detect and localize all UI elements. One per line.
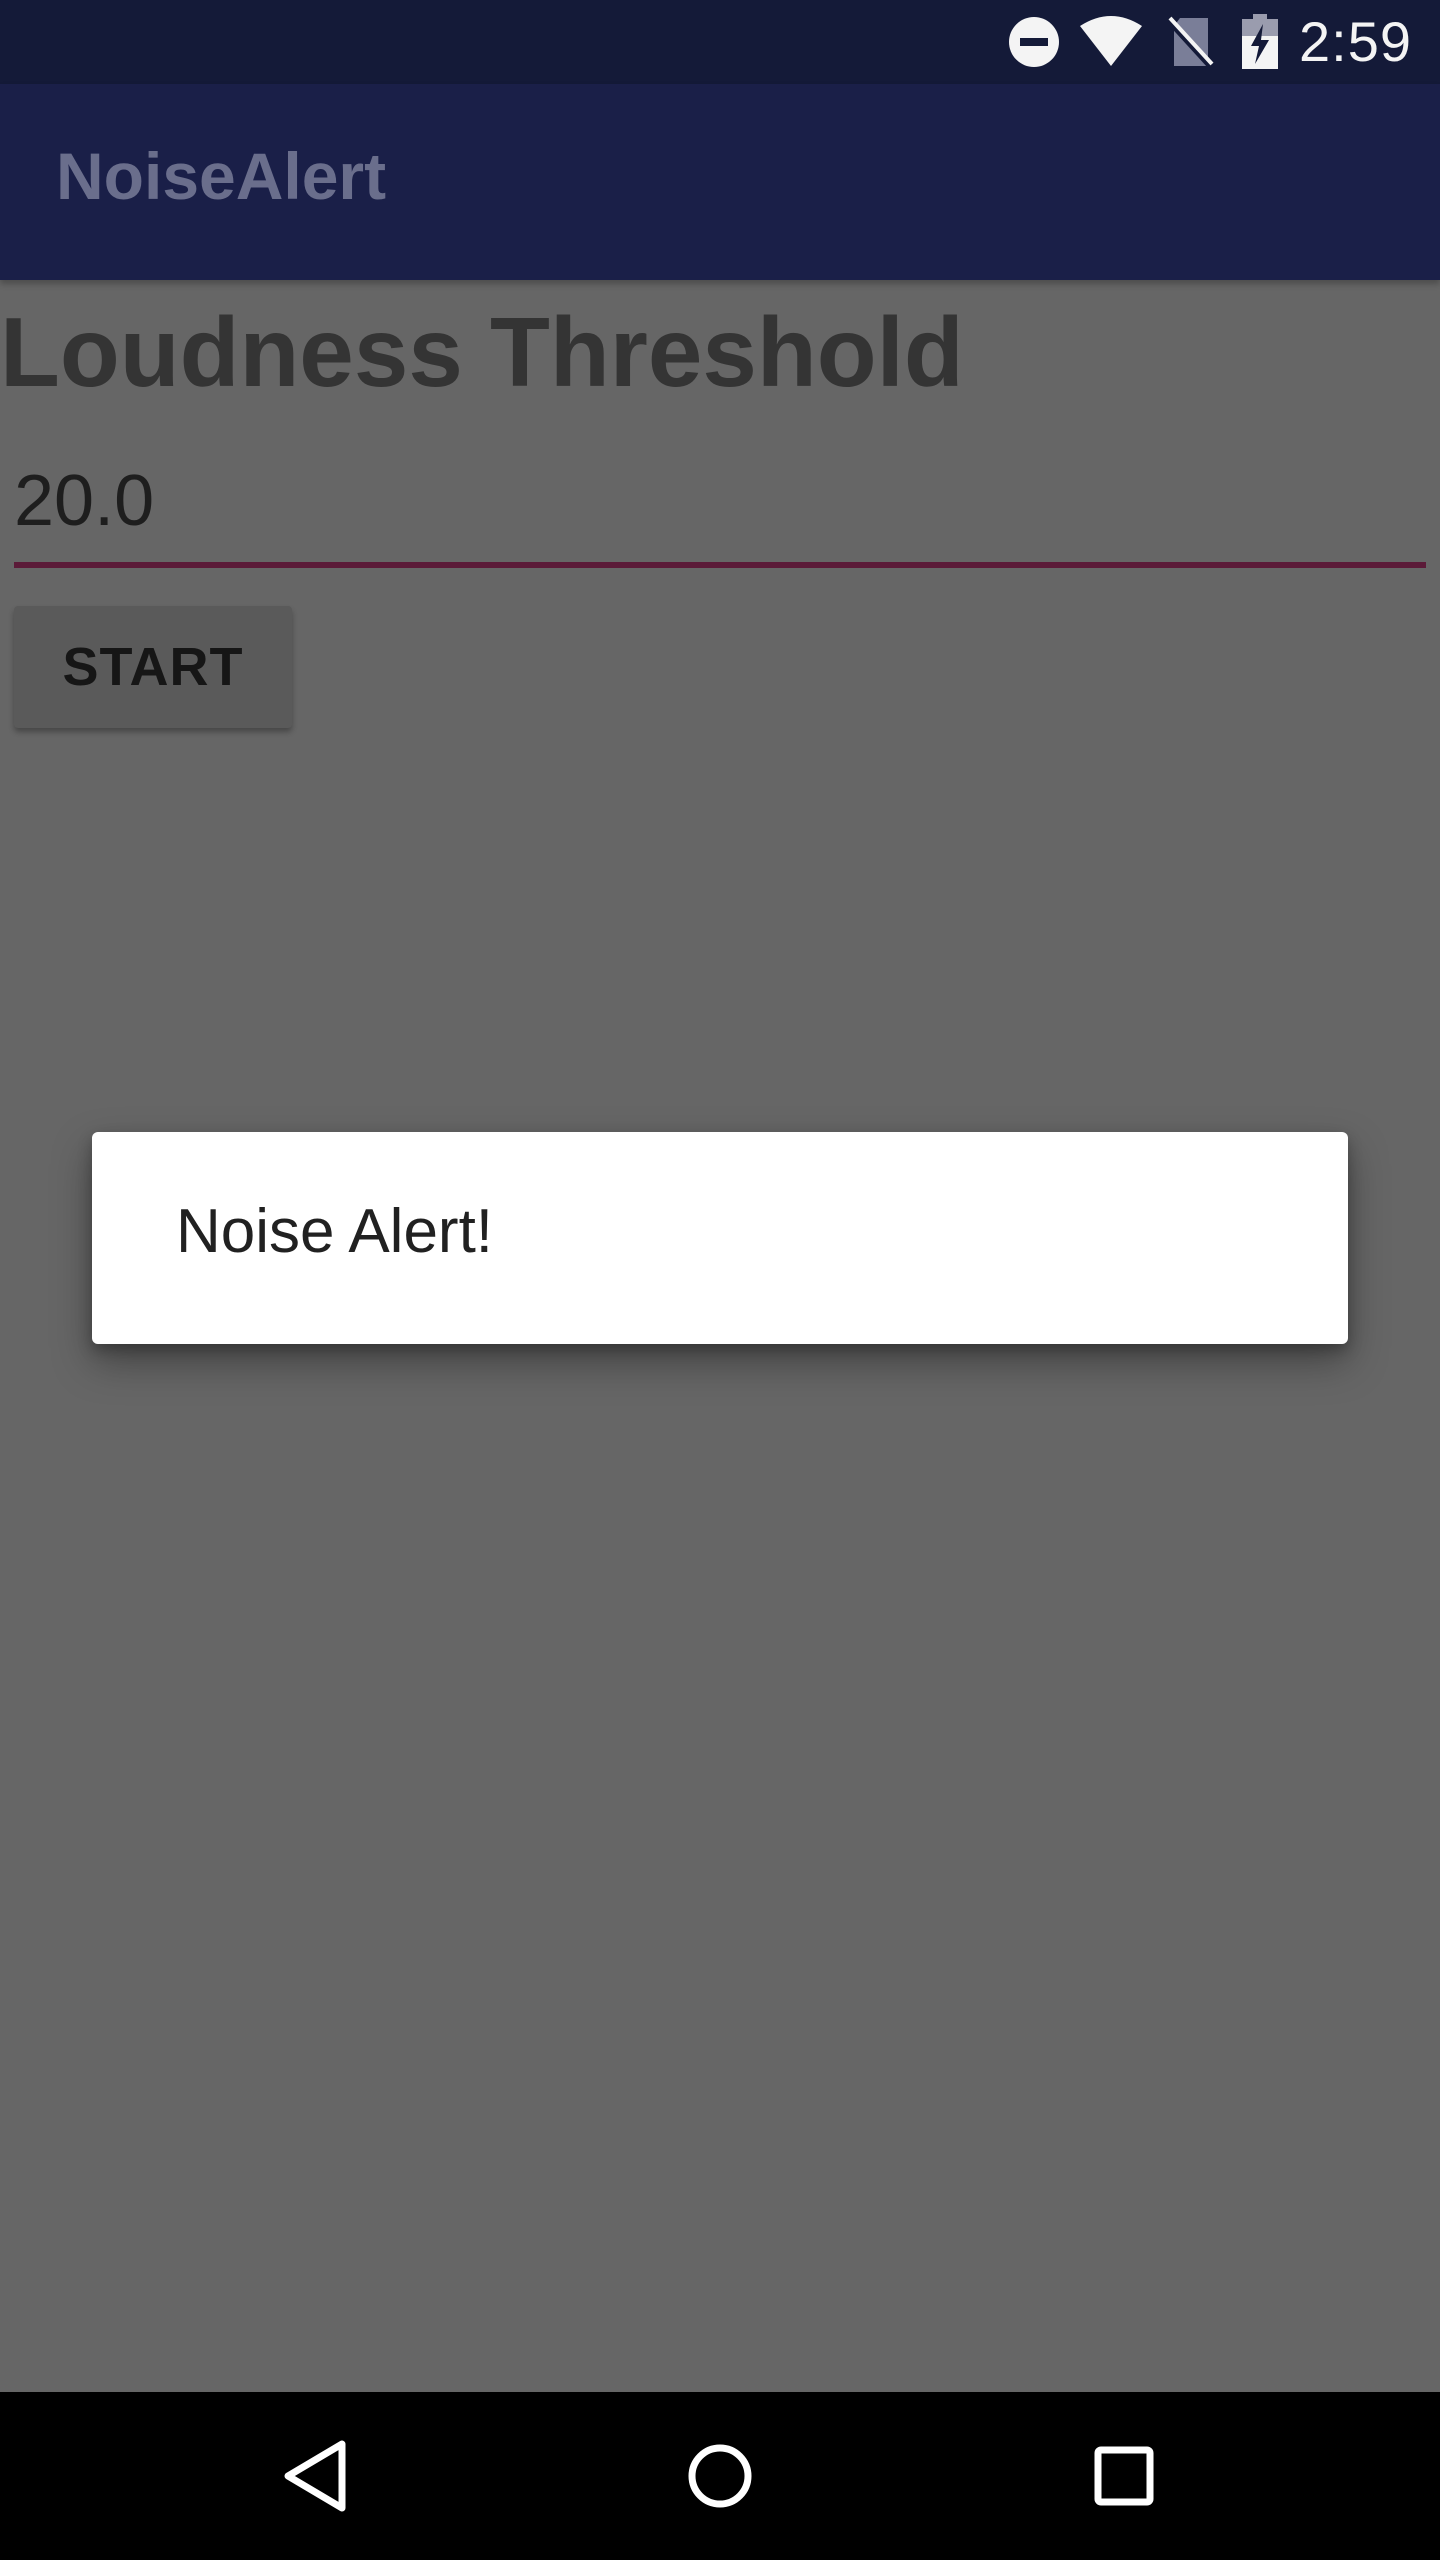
app-bar: NoiseAlert (0, 84, 1440, 280)
no-sim-icon (1166, 14, 1216, 70)
threshold-input[interactable]: 20.0 (14, 446, 1426, 568)
home-icon[interactable] (674, 2430, 766, 2522)
status-bar: 2:59 (0, 0, 1440, 84)
noise-alert-dialog: Noise Alert! (92, 1132, 1348, 1344)
dialog-message: Noise Alert! (176, 1197, 494, 1266)
status-time: 2:59 (1299, 10, 1412, 73)
threshold-value: 20.0 (14, 461, 155, 541)
back-icon[interactable] (270, 2430, 362, 2522)
do-not-disturb-icon (1006, 14, 1062, 70)
navigation-bar (0, 2392, 1440, 2560)
page-heading: Loudness Threshold (0, 297, 964, 407)
battery-charging-icon (1240, 14, 1280, 70)
app-title: NoiseAlert (56, 139, 387, 213)
recents-icon[interactable] (1078, 2430, 1170, 2522)
wifi-icon (1078, 14, 1144, 70)
start-button[interactable]: START (14, 606, 292, 728)
